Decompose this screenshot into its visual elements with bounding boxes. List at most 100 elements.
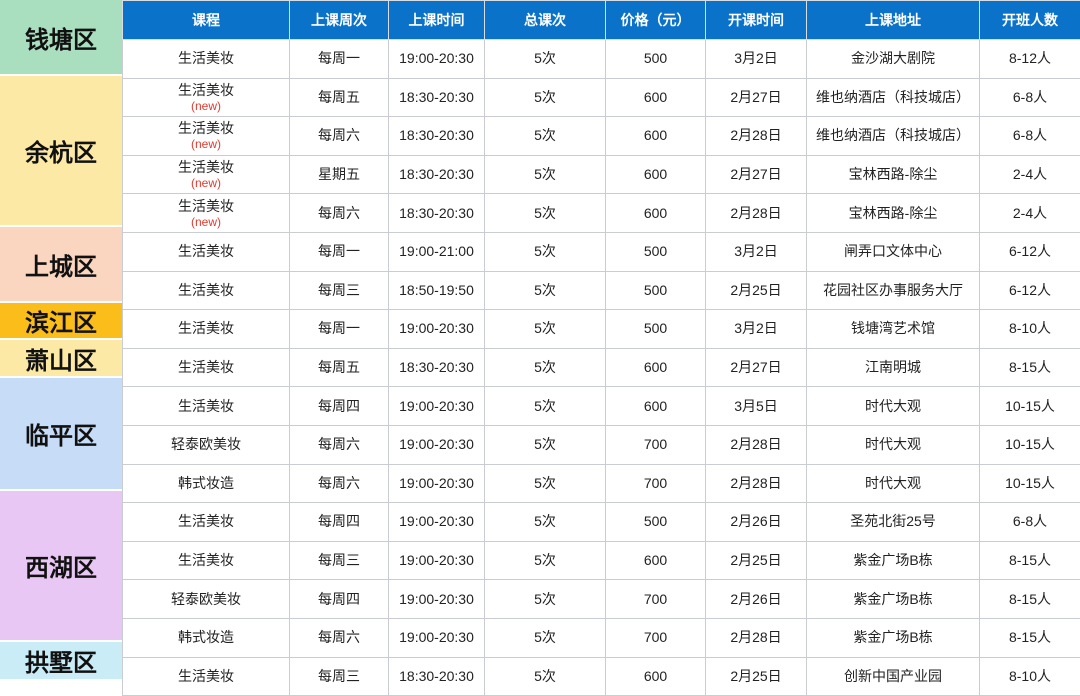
- table-row: 生活美妆(new)每周五18:30-20:305次6002月27日维也纳酒店（科…: [123, 78, 1080, 117]
- district-label-yuhang: 余杭区: [0, 76, 122, 227]
- weekday-cell: 每周四: [290, 503, 389, 542]
- weekday-cell: 每周一: [290, 232, 389, 271]
- weekday-cell: 每周三: [290, 541, 389, 580]
- sessions-cell: 5次: [485, 348, 606, 387]
- header-time: 上课时间: [389, 1, 485, 40]
- sessions-cell: 5次: [485, 541, 606, 580]
- table-row: 生活美妆每周五18:30-20:305次6002月27日江南明城8-15人: [123, 348, 1080, 387]
- course-cell: 生活美妆: [123, 541, 290, 580]
- new-tag: (new): [123, 215, 289, 229]
- course-cell: 韩式妆造: [123, 464, 290, 503]
- price-cell: 500: [606, 271, 706, 310]
- course-name: 生活美妆: [123, 282, 289, 299]
- start-date-cell: 2月28日: [706, 194, 807, 233]
- course-cell: 生活美妆: [123, 271, 290, 310]
- start-date-cell: 2月28日: [706, 425, 807, 464]
- new-tag: (new): [123, 176, 289, 190]
- time-cell: 18:30-20:30: [389, 194, 485, 233]
- start-date-cell: 2月25日: [706, 657, 807, 696]
- sessions-cell: 5次: [485, 232, 606, 271]
- sessions-cell: 5次: [485, 503, 606, 542]
- price-cell: 700: [606, 425, 706, 464]
- table-row: 生活美妆每周三18:30-20:305次6002月25日创新中国产业园8-10人: [123, 657, 1080, 696]
- table-row: 生活美妆每周四19:00-20:305次5002月26日圣苑北街25号6-8人: [123, 503, 1080, 542]
- price-cell: 600: [606, 194, 706, 233]
- price-cell: 500: [606, 503, 706, 542]
- class-size-cell: 8-10人: [980, 310, 1080, 349]
- sessions-cell: 5次: [485, 657, 606, 696]
- time-cell: 18:30-20:30: [389, 155, 485, 194]
- class-size-cell: 2-4人: [980, 155, 1080, 194]
- table-row: 生活美妆(new)星期五18:30-20:305次6002月27日宝林西路-除尘…: [123, 155, 1080, 194]
- course-cell: 生活美妆: [123, 310, 290, 349]
- class-size-cell: 6-8人: [980, 117, 1080, 156]
- weekday-cell: 每周一: [290, 40, 389, 79]
- weekday-cell: 每周四: [290, 580, 389, 619]
- header-price: 价格（元）: [606, 1, 706, 40]
- table-row: 轻泰欧美妆每周四19:00-20:305次7002月26日紫金广场B栋8-15人: [123, 580, 1080, 619]
- table-header-row: 课程 上课周次 上课时间 总课次 价格（元） 开课时间 上课地址 开班人数: [123, 1, 1080, 40]
- table-row: 生活美妆每周三18:50-19:505次5002月25日花园社区办事服务大厅6-…: [123, 271, 1080, 310]
- address-cell: 金沙湖大剧院: [807, 40, 980, 79]
- course-name: 生活美妆: [123, 159, 289, 176]
- course-cell: 生活美妆: [123, 503, 290, 542]
- sessions-cell: 5次: [485, 464, 606, 503]
- sessions-cell: 5次: [485, 117, 606, 156]
- start-date-cell: 2月28日: [706, 618, 807, 657]
- course-table: 课程 上课周次 上课时间 总课次 价格（元） 开课时间 上课地址 开班人数 生活…: [122, 0, 1080, 696]
- new-tag: (new): [123, 137, 289, 151]
- time-cell: 19:00-20:30: [389, 580, 485, 619]
- course-name: 生活美妆: [123, 513, 289, 530]
- address-cell: 钱塘湾艺术馆: [807, 310, 980, 349]
- course-name: 轻泰欧美妆: [123, 591, 289, 608]
- sessions-cell: 5次: [485, 425, 606, 464]
- class-size-cell: 8-10人: [980, 657, 1080, 696]
- district-label-xihu: 西湖区: [0, 491, 122, 642]
- course-name: 生活美妆: [123, 243, 289, 260]
- price-cell: 600: [606, 657, 706, 696]
- address-cell: 时代大观: [807, 425, 980, 464]
- address-cell: 闸弄口文体中心: [807, 232, 980, 271]
- sessions-cell: 5次: [485, 40, 606, 79]
- header-start-date: 开课时间: [706, 1, 807, 40]
- weekday-cell: 每周三: [290, 271, 389, 310]
- start-date-cell: 3月2日: [706, 40, 807, 79]
- header-address: 上课地址: [807, 1, 980, 40]
- time-cell: 19:00-20:30: [389, 618, 485, 657]
- weekday-cell: 星期五: [290, 155, 389, 194]
- table-row: 生活美妆每周一19:00-21:005次5003月2日闸弄口文体中心6-12人: [123, 232, 1080, 271]
- price-cell: 600: [606, 155, 706, 194]
- sessions-cell: 5次: [485, 194, 606, 233]
- time-cell: 19:00-20:30: [389, 40, 485, 79]
- course-cell: 生活美妆(new): [123, 194, 290, 233]
- class-size-cell: 8-15人: [980, 348, 1080, 387]
- schedule-board: 钱塘区 余杭区 上城区 滨江区 萧山区 临平区 西湖区 拱墅区 课程 上课周次 …: [0, 0, 1080, 679]
- time-cell: 18:50-19:50: [389, 271, 485, 310]
- start-date-cell: 3月5日: [706, 387, 807, 426]
- price-cell: 700: [606, 618, 706, 657]
- start-date-cell: 2月27日: [706, 155, 807, 194]
- course-name: 生活美妆: [123, 320, 289, 337]
- class-size-cell: 6-12人: [980, 232, 1080, 271]
- course-cell: 生活美妆(new): [123, 155, 290, 194]
- sessions-cell: 5次: [485, 387, 606, 426]
- class-size-cell: 6-8人: [980, 78, 1080, 117]
- class-size-cell: 10-15人: [980, 387, 1080, 426]
- start-date-cell: 2月25日: [706, 541, 807, 580]
- class-size-cell: 8-15人: [980, 541, 1080, 580]
- time-cell: 19:00-20:30: [389, 310, 485, 349]
- table-row: 生活美妆每周一19:00-20:305次5003月2日金沙湖大剧院8-12人: [123, 40, 1080, 79]
- district-label-gongshu: 拱墅区: [0, 642, 122, 679]
- address-cell: 维也纳酒店（科技城店）: [807, 117, 980, 156]
- table-row: 韩式妆造每周六19:00-20:305次7002月28日时代大观10-15人: [123, 464, 1080, 503]
- course-name: 生活美妆: [123, 398, 289, 415]
- header-course: 课程: [123, 1, 290, 40]
- course-cell: 生活美妆: [123, 40, 290, 79]
- district-label-xiaoshan: 萧山区: [0, 340, 122, 378]
- course-cell: 生活美妆: [123, 348, 290, 387]
- address-cell: 紫金广场B栋: [807, 580, 980, 619]
- start-date-cell: 2月27日: [706, 348, 807, 387]
- time-cell: 19:00-20:30: [389, 464, 485, 503]
- sessions-cell: 5次: [485, 580, 606, 619]
- class-size-cell: 10-15人: [980, 425, 1080, 464]
